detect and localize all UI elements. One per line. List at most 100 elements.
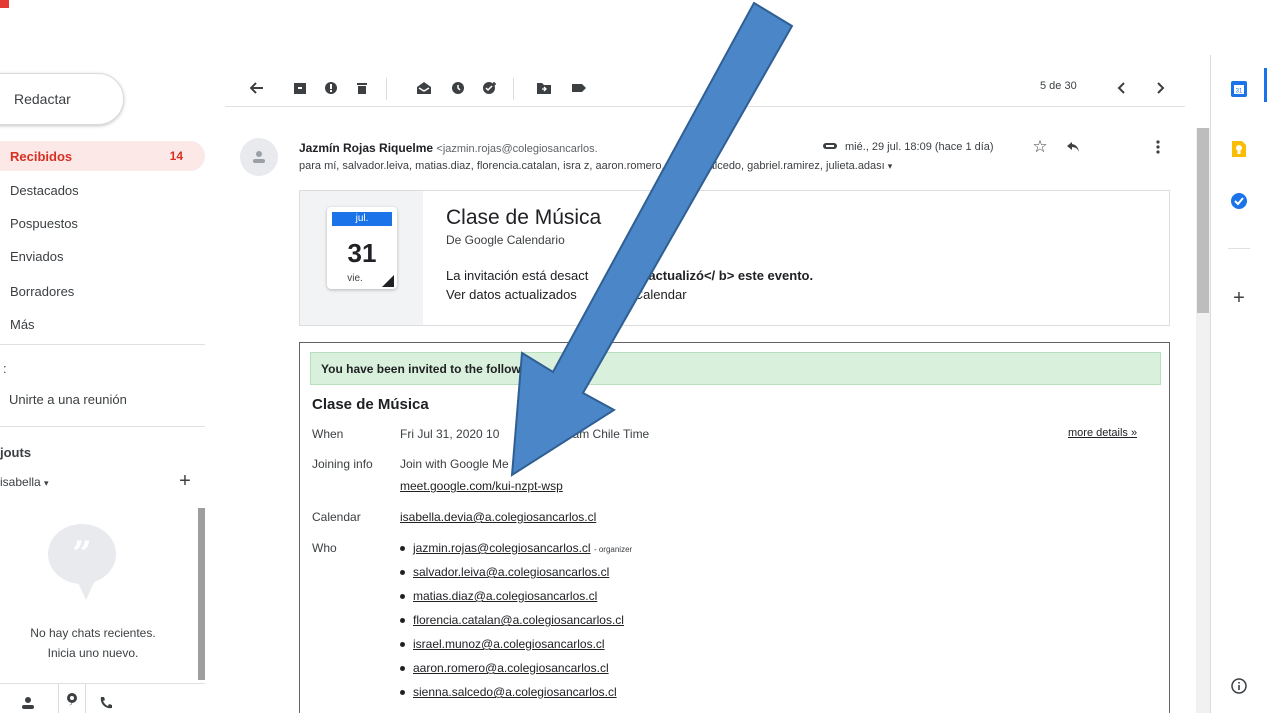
nav-item-snoozed[interactable]: Pospuestos [0, 208, 205, 238]
delete-icon[interactable] [350, 76, 374, 100]
meet-link[interactable]: meet.google.com/kui-nzpt-wsp [400, 479, 563, 493]
calendar-value[interactable]: isabella.devia@a.colegiosancarlos.cl [400, 510, 596, 524]
recipients-list: para mí, salvador.leiva, matias.diaz, fl… [299, 160, 885, 172]
recipients-line[interactable]: para mí, salvador.leiva, matias.diaz, fl… [299, 160, 892, 172]
view-updated-data-link[interactable]: Ver datos actualizados gle Calendar [446, 287, 687, 302]
bullet-icon [400, 570, 405, 576]
calendar-day: 31 [347, 238, 377, 268]
guest-email[interactable]: jazmin.rojas@colegiosancarlos.cl [413, 541, 591, 555]
info-icon[interactable] [1228, 675, 1250, 697]
add-app-icon[interactable]: + [1228, 287, 1250, 309]
main-scrollbar-thumb[interactable] [1197, 128, 1209, 313]
nav-item-label: Más [10, 316, 35, 332]
report-spam-icon[interactable] [319, 76, 343, 100]
compose-button[interactable]: Redactar [0, 73, 124, 125]
guest-list-item: salvador.leiva@a.colegiosancarlos.cl [400, 565, 609, 579]
event-notice: La invitación está desact a. Se actualizó… [446, 268, 813, 283]
sender-name[interactable]: Jazmín Rojas Riquelme [299, 141, 433, 155]
nav-item-drafts[interactable]: Borradores [0, 276, 205, 306]
pagination-count: 5 de 30 [1040, 80, 1077, 92]
nav-item-label: Recibidos [10, 148, 73, 164]
bullet-icon [400, 594, 405, 600]
more-details-link[interactable]: more details » [1068, 427, 1137, 439]
guest-email[interactable]: matias.diaz@a.colegiosancarlos.cl [413, 589, 597, 603]
calendar-month: jul. [332, 212, 392, 226]
toolbar-separator [513, 78, 514, 100]
hangouts-bubble-tail [76, 578, 96, 600]
when-value: Fri Jul 31, 2020 10 11:30am Chile Time [400, 427, 649, 441]
nav-item-more[interactable]: Más [0, 309, 205, 339]
chevron-down-icon: ▾ [44, 478, 49, 488]
event-notice-bold: actualizó</ b> este evento. [648, 268, 814, 283]
guest-email[interactable]: israel.munoz@a.colegiosancarlos.cl [413, 637, 605, 651]
quote-marks-icon: ” [72, 534, 92, 574]
hangouts-title: jouts [0, 445, 32, 460]
details-event-title: Clase de Música [312, 396, 429, 413]
guest-email[interactable]: salvador.leiva@a.colegiosancarlos.cl [413, 565, 609, 579]
phone-icon[interactable] [96, 693, 116, 713]
calendar-app-icon[interactable]: 31 [1228, 78, 1250, 100]
svg-text:31: 31 [1236, 89, 1243, 95]
attachment-icon [821, 139, 839, 153]
star-icon[interactable]: ☆ [1029, 136, 1051, 158]
corner-mark [0, 0, 9, 8]
tasks-app-icon[interactable] [1228, 190, 1250, 212]
side-panel-divider [1228, 248, 1250, 249]
sender-avatar [240, 138, 278, 176]
inbox-unread-count: 14 [169, 149, 183, 163]
nav-item-sent[interactable]: Enviados [0, 241, 205, 271]
bullet-icon [400, 690, 405, 696]
person-icon[interactable] [18, 693, 38, 713]
invitation-details-card [299, 342, 1170, 713]
hangouts-user-name: isabella [0, 475, 41, 489]
nav-item-starred[interactable]: Destacados [0, 175, 205, 205]
view-link-start: Ver datos actualizados [446, 287, 577, 302]
calendar-invite-card [299, 190, 1170, 326]
joining-info-value: Join with Google Me [400, 457, 509, 471]
joining-info-label: Joining info [312, 457, 373, 471]
guest-list-item: jazmin.rojas@colegiosancarlos.cl - organ… [400, 541, 632, 555]
add-task-icon[interactable] [478, 76, 502, 100]
when-value-end: 11:30am Chile Time [543, 427, 650, 441]
active-app-indicator [1264, 68, 1267, 102]
chevron-left-icon[interactable] [1110, 76, 1134, 100]
guest-email[interactable]: florencia.catalan@a.colegiosancarlos.cl [413, 613, 624, 627]
sender-line: Jazmín Rojas Riquelme <jazmin.rojas@cole… [299, 141, 598, 155]
toolbar-separator [386, 78, 387, 100]
new-chat-plus-icon[interactable]: + [174, 470, 196, 492]
empty-chats-line1: No hay chats recientes. [30, 626, 156, 640]
nav-divider [0, 344, 205, 345]
hangouts-user-selector[interactable]: isabella ▾ [0, 475, 49, 489]
nav-item-inbox[interactable]: Recibidos 14 [0, 141, 205, 171]
guest-list-item: sienna.salcedo@a.colegiosancarlos.cl [400, 685, 617, 699]
more-options-icon[interactable] [1150, 136, 1166, 158]
guest-email[interactable]: sienna.salcedo@a.colegiosancarlos.cl [413, 685, 617, 699]
invited-banner: You have been invited to the followin t. [310, 352, 1161, 385]
archive-icon[interactable] [288, 76, 312, 100]
guest-list-item: florencia.catalan@a.colegiosancarlos.cl [400, 613, 624, 627]
keep-app-icon[interactable] [1228, 138, 1250, 160]
banner-text-start: You have been invited to the followin [321, 362, 532, 376]
bullet-icon [400, 618, 405, 624]
snooze-icon[interactable] [446, 76, 470, 100]
chevron-right-icon[interactable] [1148, 76, 1172, 100]
guest-email[interactable]: aaron.romero@a.colegiosancarlos.cl [413, 661, 609, 675]
chat-bubble-icon[interactable] [58, 684, 86, 713]
move-to-icon[interactable] [532, 76, 556, 100]
reply-icon[interactable] [1062, 136, 1084, 158]
email-date: mié., 29 jul. 18:09 (hace 1 día) [845, 141, 994, 153]
when-label: When [312, 427, 344, 441]
chat-scrollbar[interactable] [198, 508, 205, 680]
mark-unread-icon[interactable] [412, 76, 436, 100]
meet-section-label: : [3, 361, 7, 376]
labels-icon[interactable] [567, 76, 591, 100]
event-title: Clase de Música [446, 206, 602, 229]
arrow-left-icon[interactable] [245, 76, 269, 100]
chat-footer-divider [0, 683, 205, 684]
nav-item-label: Pospuestos [10, 215, 78, 231]
organizer-tag: - organizer [593, 545, 633, 554]
nav-item-label: Enviados [10, 248, 64, 264]
when-value-start: Fri Jul 31, 2020 10 [400, 427, 500, 441]
banner-text-end: t. [577, 362, 585, 376]
join-meeting-link[interactable]: Unirte a una reunión [9, 392, 127, 407]
